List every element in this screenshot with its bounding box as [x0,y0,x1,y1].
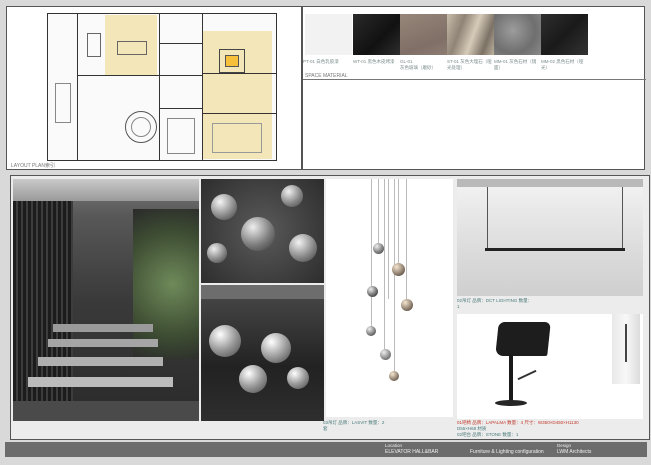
material-swatch-gl01 [400,14,447,55]
space-material-label: SPACE MATERIAL [305,73,348,79]
material-swatch-mm01 [494,14,541,55]
linear-light-caption: 02吊灯 品牌：DCT LIGHTING 数量： 1 [457,298,533,309]
pendant-caption: 03吊灯 品牌：LASVIT 数量：2 套 [323,420,385,431]
glass-pendant-interior-photo [201,285,324,421]
footer-title-bar: Location ELEVATOR HALL&BAR Furniture & L… [5,442,647,457]
material-label-wt01: WT-01 黑色木皮烤漆 [353,59,395,64]
material-swatch-pt01 [305,14,352,55]
footer-design-value: LWM Architects [557,449,592,455]
glass-pendant-closeup-photo [201,179,324,283]
layout-plan-panel: LAYOUT PLAN索引 [6,6,302,170]
material-label-gl01: GL-01 灰色玻璃（磨砂） [400,59,436,70]
pendant-cluster-photo [326,179,453,417]
bar-stool-photo [457,314,643,419]
linear-light-photo [457,179,643,296]
material-label-mm02: MM-02 黑色石材（哑光） [541,59,584,70]
bar-stool-caption: 01吧椅 品牌：LAPALMA 数量：4 尺寸：W350×D450×H1130 … [457,420,579,437]
material-swatch-mm02 [541,14,588,55]
material-label-pt01: PT-01 白色乳胶漆 [303,59,339,64]
material-swatch-wt01 [353,14,400,55]
material-divider [303,79,646,80]
floor-plan-drawing [47,13,277,161]
footer-design-label: Design [557,443,572,448]
furniture-lighting-panel: 03吊灯 品牌：LASVIT 数量：2 套 02吊灯 品牌：DCT LIGHTIN… [10,175,650,440]
material-label-st01: ST-01 灰色大理石（哑光处理） [447,59,492,70]
material-label-mm01: MM-01 灰色石材（镜面） [494,59,537,70]
footer-location-label: Location [385,443,403,448]
layout-plan-label: LAYOUT PLAN索引 [11,163,55,169]
footer-location-value: ELEVATOR HALL&BAR [385,449,439,455]
staircase-photo [13,179,199,421]
footer-subject: Furniture & Lighting configuration [470,449,544,455]
material-panel: PT-01 白色乳胶漆 WT-01 黑色木皮烤漆 GL-01 灰色玻璃（磨砂） … [302,6,646,170]
material-swatch-st01 [447,14,494,55]
